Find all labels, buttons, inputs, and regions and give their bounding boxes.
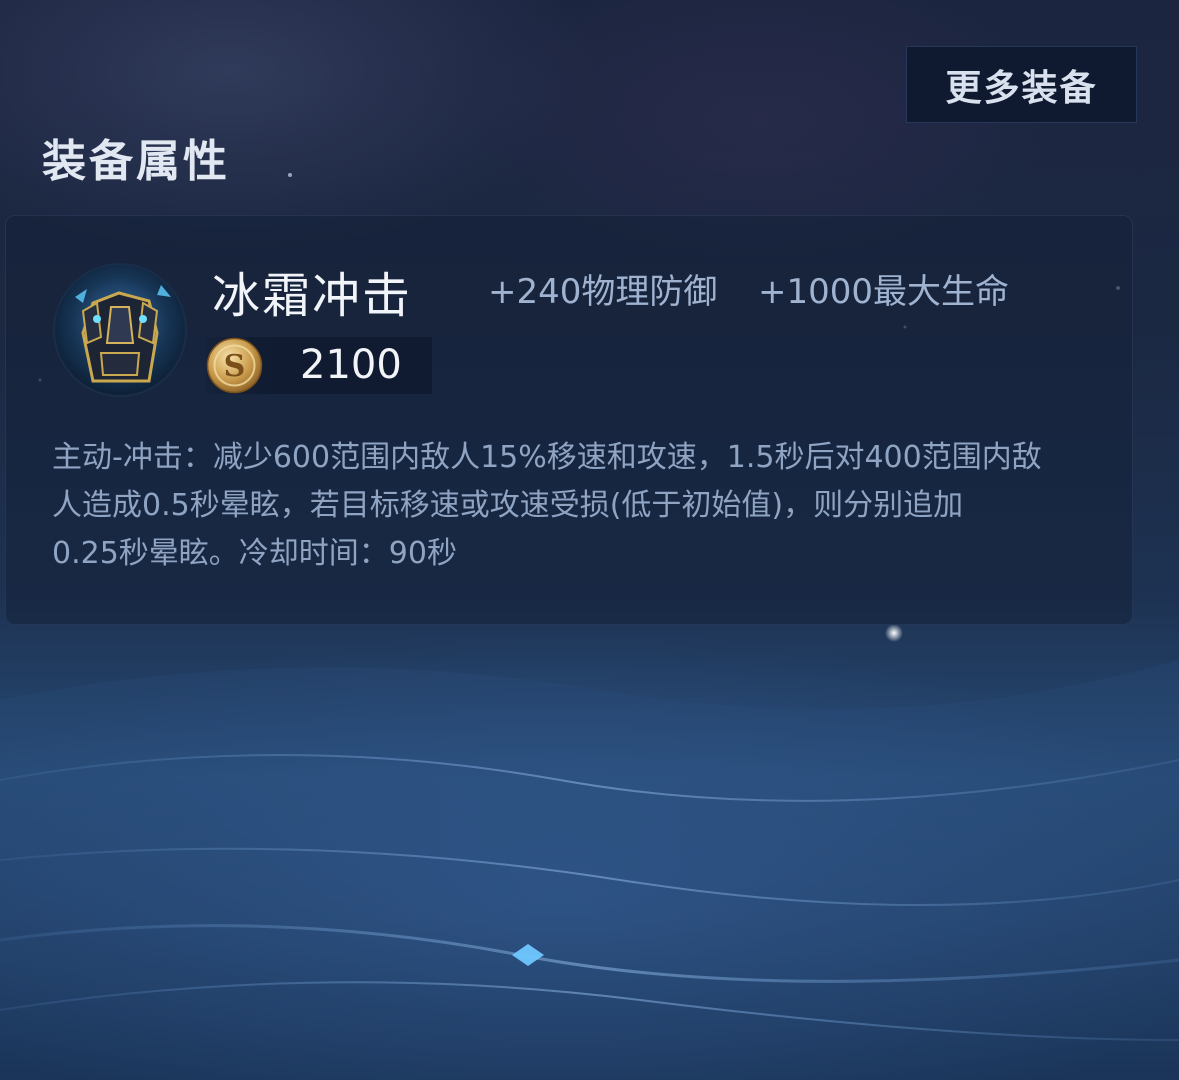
description-line: 0.25秒晕眩。冷却时间：90秒: [52, 536, 457, 571]
description-line: 主动-冲击：减少600范围内敌人15%移速和攻速，1.5秒后对400范围内敌: [52, 440, 1042, 475]
item-name: 冰霜冲击: [212, 268, 413, 324]
item-description: 主动-冲击：减少600范围内敌人15%移速和攻速，1.5秒后对400范围内敌 人…: [52, 434, 1112, 578]
gold-coin-icon: S: [206, 337, 263, 394]
svg-text:S: S: [224, 349, 246, 384]
armor-icon: [53, 263, 187, 397]
more-equipment-button[interactable]: 更多装备: [906, 46, 1137, 123]
stat-physical-defense: +240物理防御: [488, 272, 718, 312]
stat-max-health: +1000最大生命: [758, 272, 1010, 312]
section-title: 装备属性: [42, 136, 230, 187]
description-line: 人造成0.5秒晕眩，若目标移速或攻速受损(低于初始值)，则分别追加: [52, 488, 964, 523]
item-price: 2100: [300, 342, 402, 388]
